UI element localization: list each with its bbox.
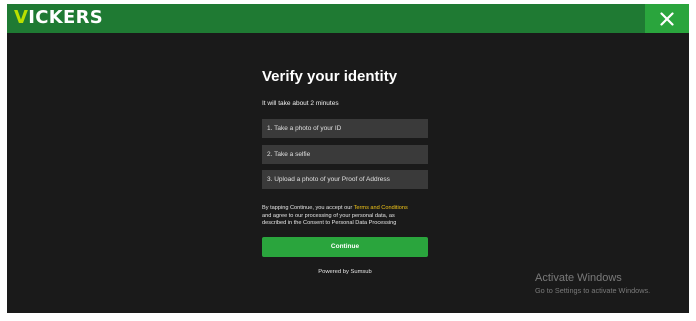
terms-and-conditions-link[interactable]: Terms and Conditions (354, 205, 408, 211)
app-window: VICKERS Verify your identity It will tak… (7, 4, 689, 313)
consent-text: By tapping Continue, you accept our Term… (262, 205, 434, 228)
consent-prefix: By tapping Continue, you accept our (262, 205, 354, 211)
continue-button[interactable]: Continue (262, 237, 428, 257)
duration-note: It will take about 2 minutes (262, 100, 339, 107)
close-button[interactable] (645, 4, 689, 33)
logo-text: ICKERS (28, 7, 104, 28)
step-selfie: 2. Take a selfie (262, 145, 428, 164)
logo-letter-v: V (14, 7, 29, 28)
activate-windows-watermark: Activate Windows Go to Settings to activ… (535, 272, 650, 296)
consent-line-2: and agree to our processing of your pers… (262, 212, 395, 219)
step-photo-id: 1. Take a photo of your ID (262, 119, 428, 138)
powered-by-text: Powered by Sumsub (318, 269, 372, 275)
close-icon (660, 12, 674, 26)
page-title: Verify your identity (262, 68, 398, 85)
vickers-logo: VICKERS (14, 8, 103, 28)
step-proof-of-address: 3. Upload a photo of your Proof of Addre… (262, 170, 428, 189)
consent-line-1: By tapping Continue, you accept our Term… (262, 205, 434, 213)
header-bar: VICKERS (7, 4, 689, 33)
watermark-title: Activate Windows (535, 272, 622, 284)
watermark-subtitle: Go to Settings to activate Windows. (535, 286, 651, 295)
verification-panel: Verify your identity It will take about … (262, 68, 430, 275)
consent-line-3: described in the Consent to Personal Dat… (262, 220, 397, 226)
